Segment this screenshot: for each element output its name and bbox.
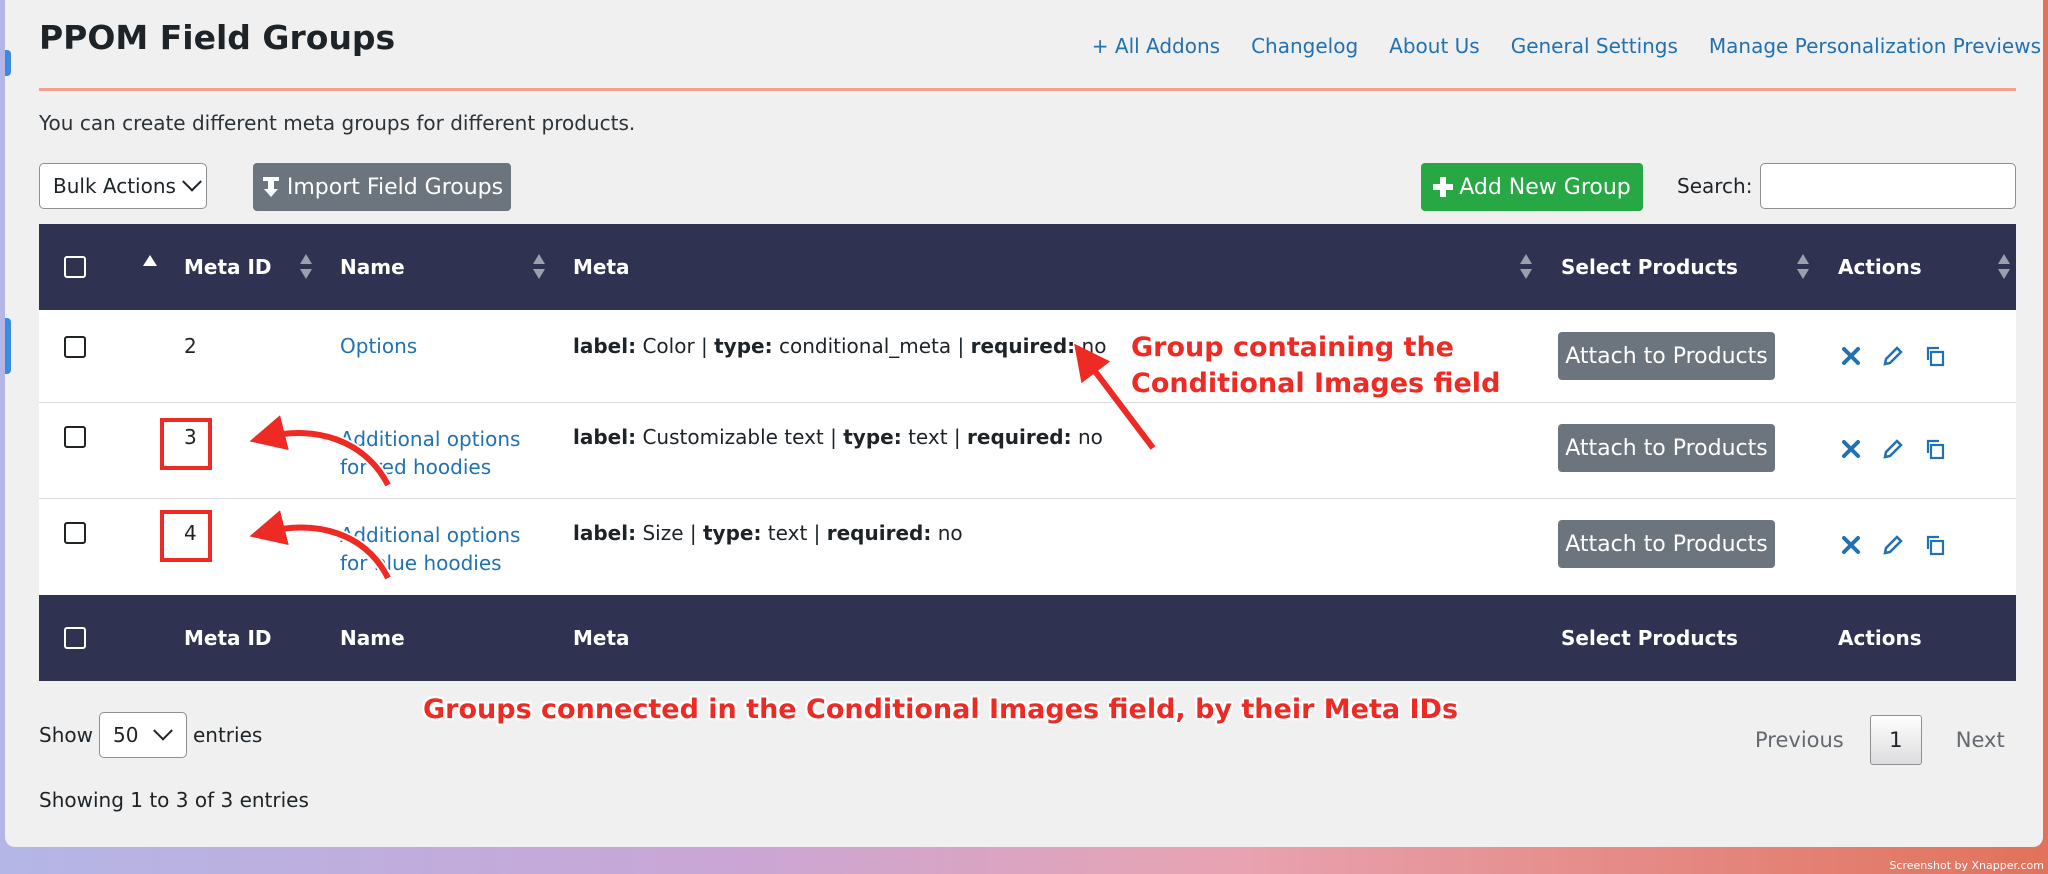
show-label: Show	[39, 723, 93, 747]
sidebar-edge	[5, 50, 11, 76]
bulk-actions-select[interactable]: Bulk Actions	[39, 163, 207, 209]
sort-icon[interactable]	[1520, 254, 1532, 280]
group-name-link[interactable]: Additional options for blue hoodies	[340, 523, 520, 575]
duplicate-icon[interactable]	[1923, 533, 1947, 557]
group-name-link[interactable]: Options	[340, 334, 417, 358]
table-footer: Meta ID Name Meta Select Products Action…	[39, 595, 2016, 681]
header-name[interactable]: Name	[340, 224, 405, 310]
table-row: 2 Options label: Color | type: condition…	[39, 310, 2016, 403]
table-row: 4 Additional options for blue hoodies lab…	[39, 499, 2016, 595]
pagination: Previous 1 Next	[1755, 715, 2005, 765]
footer-select-products: Select Products	[1561, 626, 1738, 650]
add-new-label: Add New Group	[1459, 174, 1631, 200]
duplicate-icon[interactable]	[1923, 344, 1947, 368]
sort-icon[interactable]	[1797, 254, 1809, 280]
select-all-checkbox-footer[interactable]	[64, 627, 86, 649]
download-icon	[262, 177, 279, 197]
row-checkbox[interactable]	[64, 426, 86, 448]
highlight-box	[160, 510, 212, 562]
add-new-group-button[interactable]: Add New Group	[1421, 163, 1643, 211]
delete-icon[interactable]	[1839, 533, 1863, 557]
table-header: Meta ID Name Meta Select Products Action…	[39, 224, 2016, 310]
page-title: PPOM Field Groups	[39, 18, 396, 57]
search-label: Search:	[1677, 174, 1753, 198]
nav-general-settings[interactable]: General Settings	[1511, 34, 1678, 58]
select-all-checkbox[interactable]	[64, 256, 86, 278]
screenshot-credit: Screenshot by Xnapper.com	[1889, 859, 2044, 872]
annotation-connected-note: Groups connected in the Conditional Imag…	[423, 694, 1459, 725]
meta-summary: label: Color | type: conditional_meta | …	[573, 334, 1107, 358]
edit-icon[interactable]	[1881, 344, 1905, 368]
sort-icon[interactable]	[533, 254, 545, 280]
previous-button[interactable]: Previous	[1755, 728, 1844, 752]
delete-icon[interactable]	[1839, 437, 1863, 461]
table-row: 3 Additional options for red hoodies labe…	[39, 403, 2016, 499]
group-name-link[interactable]: Additional options for red hoodies	[340, 427, 520, 479]
search-input[interactable]	[1760, 163, 2016, 209]
import-label: Import Field Groups	[286, 174, 504, 200]
sort-icon[interactable]	[1998, 254, 2010, 280]
top-navigation: + All Addons Changelog About Us General …	[1092, 34, 2041, 58]
header-actions[interactable]: Actions	[1838, 224, 1922, 310]
bulk-actions-label: Bulk Actions	[53, 174, 176, 198]
attach-to-products-button[interactable]: Attach to Products	[1558, 332, 1775, 380]
nav-about-us[interactable]: About Us	[1389, 34, 1480, 58]
attach-to-products-button[interactable]: Attach to Products	[1558, 424, 1775, 472]
meta-summary: label: Customizable text | type: text | …	[573, 425, 1103, 449]
chevron-down-icon	[182, 171, 202, 192]
app-window: PPOM Field Groups + All Addons Changelog…	[5, 0, 2043, 847]
edit-icon[interactable]	[1881, 533, 1905, 557]
highlight-box	[160, 418, 212, 470]
nav-manage-previews[interactable]: Manage Personalization Previews	[1709, 34, 2041, 58]
duplicate-icon[interactable]	[1923, 437, 1947, 461]
footer-meta-id: Meta ID	[184, 626, 272, 650]
page-description: You can create different meta groups for…	[39, 111, 636, 135]
row-checkbox[interactable]	[64, 522, 86, 544]
nav-changelog[interactable]: Changelog	[1251, 34, 1358, 58]
header-meta[interactable]: Meta	[573, 224, 630, 310]
attach-to-products-button[interactable]: Attach to Products	[1558, 520, 1775, 568]
table-info: Showing 1 to 3 of 3 entries	[39, 788, 309, 812]
header-meta-id[interactable]: Meta ID	[184, 224, 272, 310]
page-length-control: Show 50 entries	[39, 712, 262, 758]
sort-asc-icon[interactable]	[143, 255, 157, 266]
chevron-down-icon	[153, 720, 174, 741]
import-field-groups-button[interactable]: Import Field Groups	[253, 163, 511, 211]
title-divider	[39, 88, 2016, 91]
entries-per-page-select[interactable]: 50	[98, 712, 187, 758]
header-select-products[interactable]: Select Products	[1561, 224, 1738, 310]
meta-summary: label: Size | type: text | required: no	[573, 521, 963, 545]
entries-label: entries	[192, 723, 263, 747]
sort-icon[interactable]	[300, 254, 312, 280]
edit-icon[interactable]	[1881, 437, 1905, 461]
row-checkbox[interactable]	[64, 336, 86, 358]
delete-icon[interactable]	[1839, 344, 1863, 368]
next-button[interactable]: Next	[1956, 728, 2005, 752]
page-1-button[interactable]: 1	[1869, 715, 1922, 765]
field-groups-table: Meta ID Name Meta Select Products Action…	[39, 224, 2016, 681]
footer-meta: Meta	[573, 626, 630, 650]
footer-name: Name	[340, 626, 405, 650]
plus-icon	[1433, 177, 1454, 197]
sidebar-edge-active	[5, 318, 11, 374]
annotation-group-note: Group containing the Conditional Images f…	[1131, 332, 1501, 399]
footer-actions: Actions	[1838, 626, 1922, 650]
meta-id: 2	[184, 334, 197, 358]
nav-all-addons[interactable]: + All Addons	[1092, 34, 1220, 58]
